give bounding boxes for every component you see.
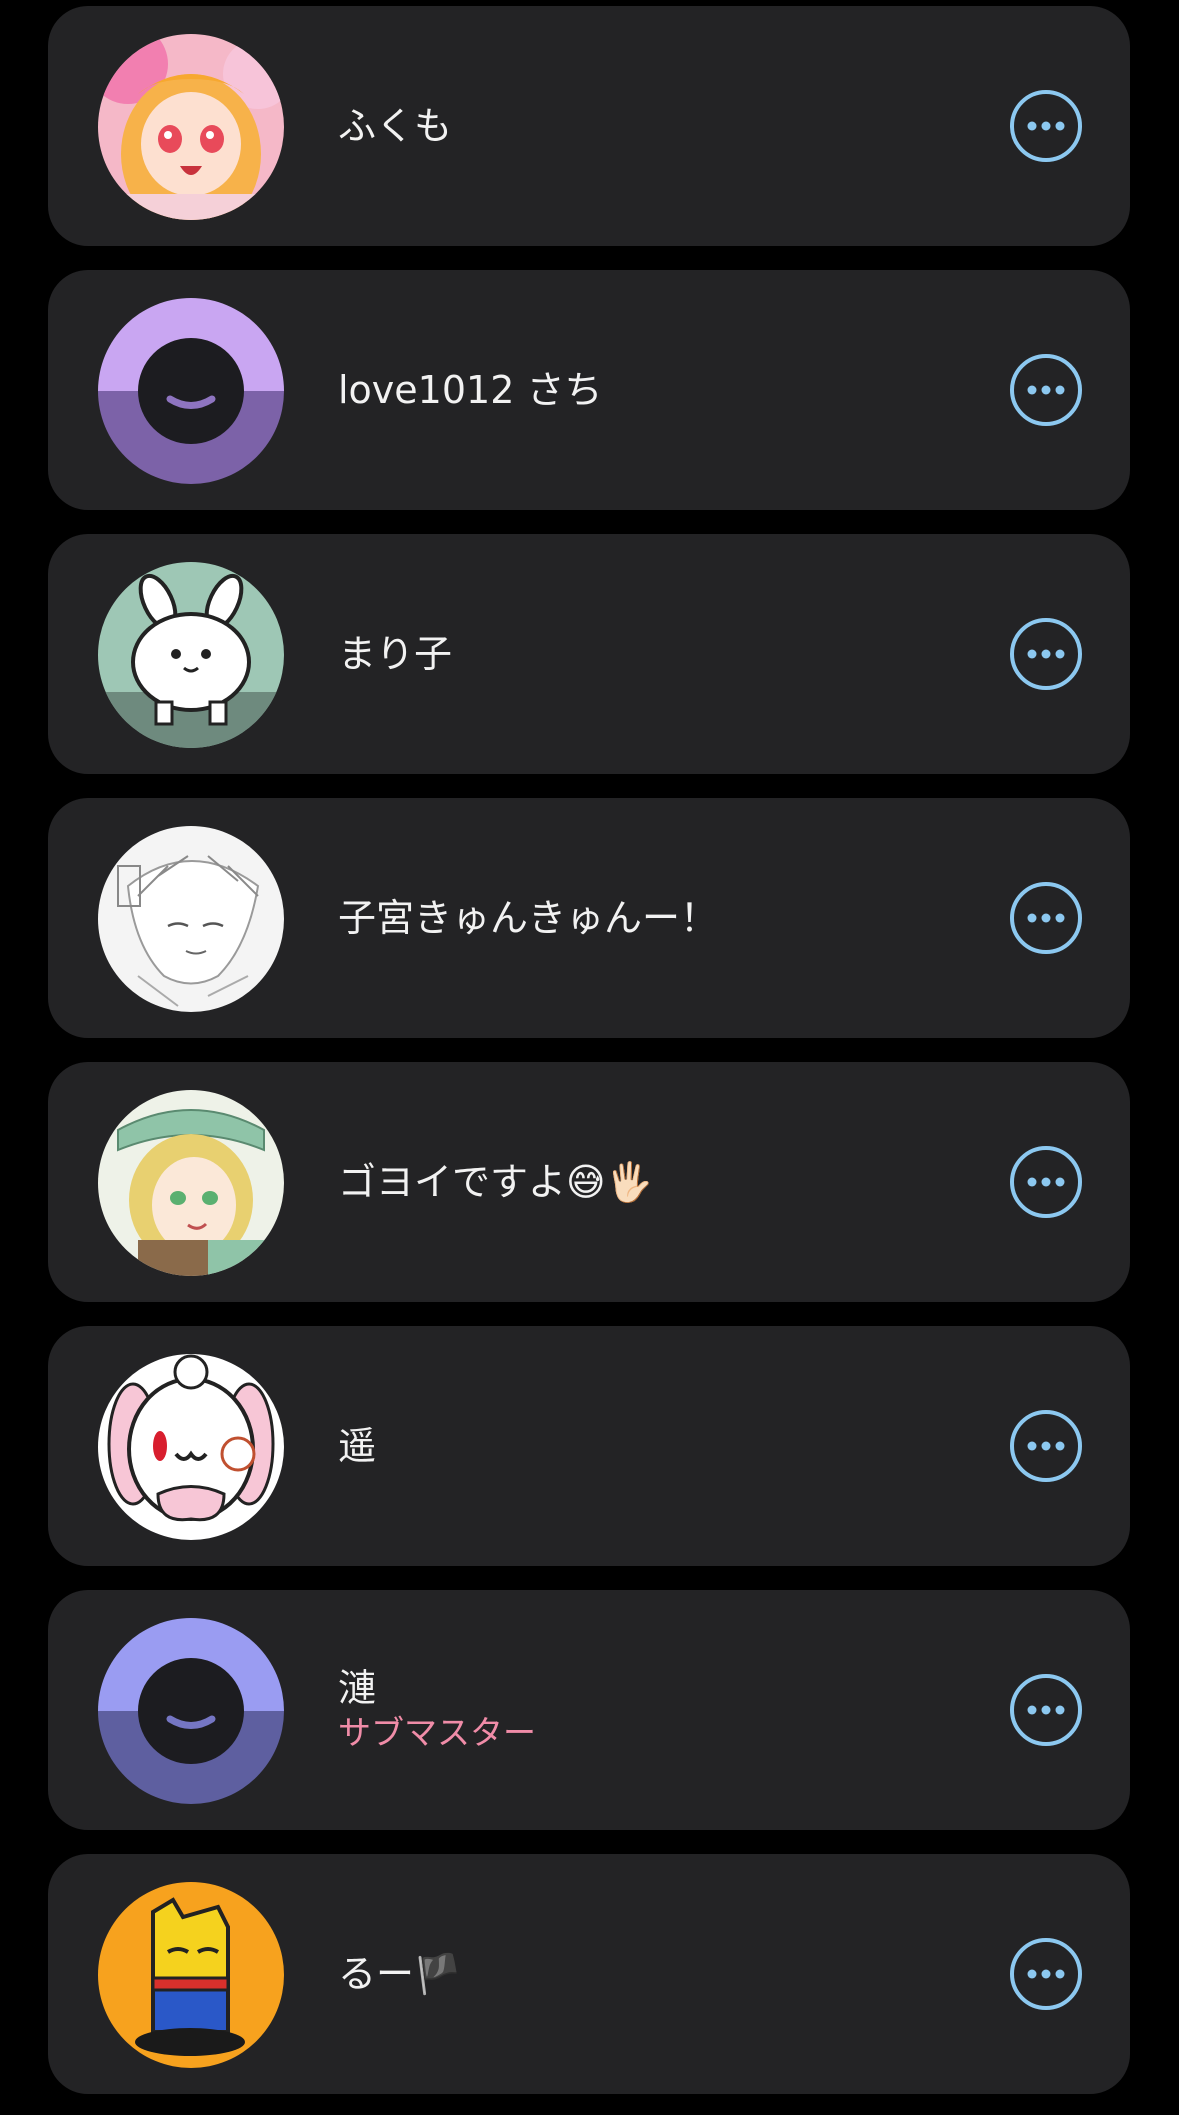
more-icon — [1027, 649, 1065, 659]
name-block: ゴヨイですよ😅🖐🏻 — [338, 1062, 653, 1302]
more-icon — [1027, 1705, 1065, 1715]
member-row[interactable]: 漣 サブマスター — [48, 1590, 1130, 1830]
member-name: 漣 — [338, 1666, 377, 1710]
name-block: ふくも — [338, 6, 452, 246]
more-icon — [1027, 913, 1065, 923]
bunny-character-avatar — [98, 562, 284, 748]
more-button[interactable] — [1010, 1146, 1082, 1218]
anime-girl-avatar — [98, 34, 284, 220]
name-block: 遥 — [338, 1326, 376, 1566]
more-icon — [1027, 385, 1065, 395]
avatar[interactable] — [98, 298, 284, 484]
avatar[interactable] — [98, 1354, 284, 1540]
member-row[interactable]: 遥 — [48, 1326, 1130, 1566]
avatar[interactable] — [98, 1090, 284, 1276]
member-name: るー🏴 — [338, 1952, 462, 1996]
avatar[interactable] — [98, 826, 284, 1012]
member-row[interactable]: love1012 さち — [48, 270, 1130, 510]
avatar[interactable] — [98, 34, 284, 220]
name-block: love1012 さち — [338, 270, 602, 510]
member-name: love1012 さち — [338, 368, 603, 412]
member-row[interactable]: ふくも — [48, 6, 1130, 246]
name-block: 子宮きゅんきゅんー！ — [338, 798, 718, 1038]
name-block: 漣 サブマスター — [338, 1590, 536, 1830]
member-row[interactable]: るー🏴 — [48, 1854, 1130, 2094]
default-avatar-lavender — [98, 298, 284, 484]
member-row[interactable]: ゴヨイですよ😅🖐🏻 — [48, 1062, 1130, 1302]
member-name: 遥 — [338, 1424, 377, 1468]
name-block: るー🏴 — [338, 1854, 461, 2094]
default-avatar-blue — [98, 1618, 284, 1804]
avatar[interactable] — [98, 1618, 284, 1804]
more-icon — [1027, 1177, 1065, 1187]
sketch-character-avatar — [98, 826, 284, 1012]
name-block: まり子 — [338, 534, 452, 774]
white-bunny-avatar — [98, 1354, 284, 1540]
more-icon — [1027, 121, 1065, 131]
more-button[interactable] — [1010, 618, 1082, 690]
avatar[interactable] — [98, 562, 284, 748]
more-button[interactable] — [1010, 1410, 1082, 1482]
more-button[interactable] — [1010, 882, 1082, 954]
member-role: サブマスター — [338, 1713, 536, 1752]
more-button[interactable] — [1010, 1674, 1082, 1746]
more-icon — [1027, 1969, 1065, 1979]
more-button[interactable] — [1010, 1938, 1082, 2010]
member-name: ふくも — [338, 104, 453, 148]
avatar[interactable] — [98, 1882, 284, 2068]
member-name: 子宮きゅんきゅんー！ — [338, 896, 719, 940]
more-button[interactable] — [1010, 90, 1082, 162]
yellow-character-avatar — [98, 1882, 284, 2068]
member-row[interactable]: 子宮きゅんきゅんー！ — [48, 798, 1130, 1038]
anime-boy-avatar — [98, 1090, 284, 1276]
member-list: ふくも love1012 さち まり子 子宮きゅんきゅんー！ ゴヨイですよ😅🖐🏻… — [0, 0, 1179, 2115]
member-row[interactable]: まり子 — [48, 534, 1130, 774]
member-name: ゴヨイですよ😅🖐🏻 — [338, 1160, 653, 1204]
more-button[interactable] — [1010, 354, 1082, 426]
member-name: まり子 — [338, 632, 453, 676]
more-icon — [1027, 1441, 1065, 1451]
